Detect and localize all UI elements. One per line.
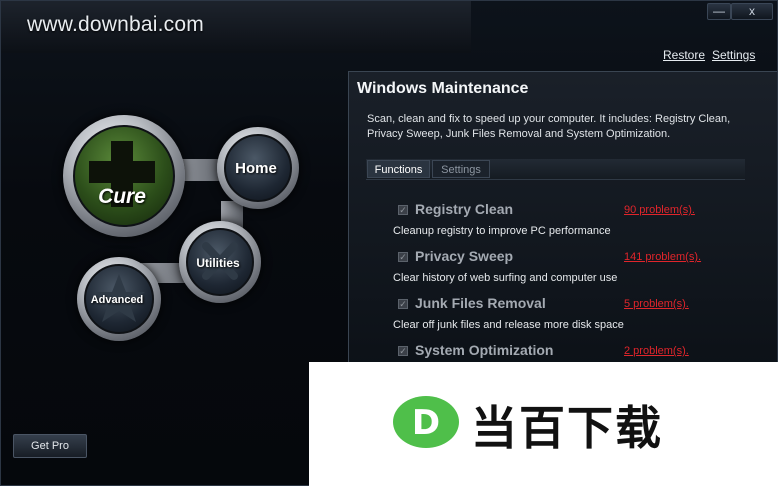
nav-utilities-button[interactable]: Utilities (179, 221, 261, 303)
nav-advanced-button[interactable]: Advanced (77, 257, 161, 341)
nav-advanced-label: Advanced (90, 294, 144, 306)
nav-cure-label: Cure (98, 185, 146, 208)
item-problems-link[interactable]: 141 problem(s). (624, 251, 701, 263)
watermark-banner: D 当百下载 (309, 362, 778, 486)
item-name: Registry Clean (415, 201, 514, 217)
item-name: System Optimization (415, 342, 554, 358)
item-description: Clear history of web surfing and compute… (393, 272, 618, 284)
tab-functions[interactable]: Functions (367, 160, 430, 178)
panel-description: Scan, clean and fix to speed up your com… (367, 113, 731, 140)
item-description: Clear off junk files and release more di… (393, 319, 624, 331)
downbai-logo-icon: D (393, 396, 459, 448)
maintenance-panel: Windows Maintenance Scan, clean and fix … (348, 71, 777, 373)
registry-clean-checkbox[interactable]: ✓ (398, 205, 408, 215)
item-name: Junk Files Removal (415, 295, 546, 311)
system-optimization-checkbox[interactable]: ✓ (398, 346, 408, 356)
item-description: Cleanup registry to improve PC performan… (393, 225, 611, 237)
settings-link[interactable]: Settings (712, 48, 755, 62)
minimize-button[interactable]: — (707, 3, 731, 20)
privacy-sweep-checkbox[interactable]: ✓ (398, 252, 408, 262)
nav-utilities-label: Utilities (196, 256, 240, 270)
close-button[interactable]: x (731, 3, 773, 20)
nav-home-button[interactable]: Home (217, 127, 299, 209)
nav-home-label: Home (235, 160, 277, 177)
plus-icon (89, 141, 155, 207)
item-problems-link[interactable]: 90 problem(s). (624, 204, 695, 216)
item-problems-link[interactable]: 2 problem(s). (624, 345, 689, 357)
item-name: Privacy Sweep (415, 248, 514, 264)
get-pro-button[interactable]: Get Pro (13, 434, 87, 458)
site-title: www.downbai.com (27, 13, 204, 36)
item-problems-link[interactable]: 5 problem(s). (624, 298, 689, 310)
panel-title: Windows Maintenance (357, 80, 529, 97)
watermark-text: 当百下载 (471, 401, 663, 455)
nav-cure-button[interactable]: Cure (63, 115, 185, 237)
restore-link[interactable]: Restore (663, 48, 705, 62)
svg-text:D: D (412, 403, 440, 443)
tab-bar: Functions Settings (366, 159, 745, 180)
junk-files-checkbox[interactable]: ✓ (398, 299, 408, 309)
tab-settings[interactable]: Settings (432, 160, 490, 178)
